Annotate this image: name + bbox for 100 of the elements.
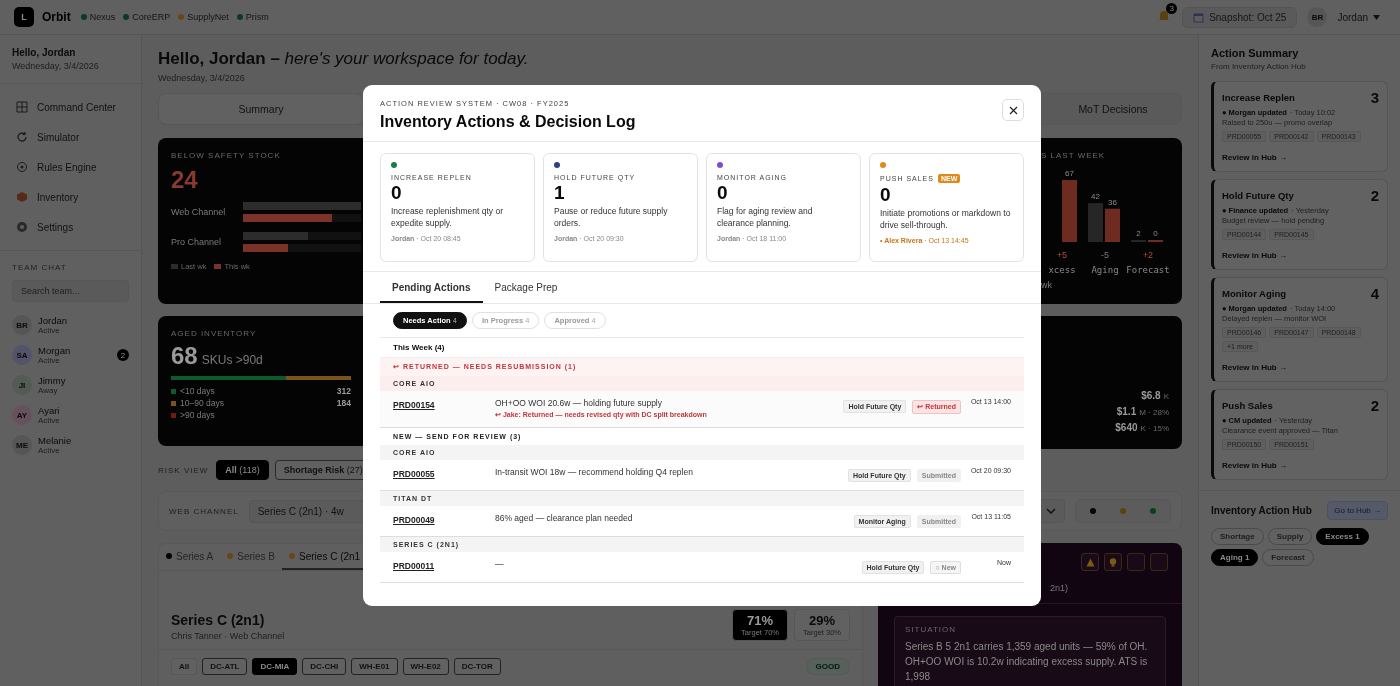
action-count: 4 [1370,285,1379,302]
filter-chip[interactable]: Aging 1 [1211,549,1259,566]
tab[interactable]: Summary [159,94,363,124]
box-icon [16,191,28,203]
greeting-date: Wednesday, 3/4/2026 [12,61,100,71]
card-title: BELOW SAFETY STOCK [171,151,281,160]
filter-chip[interactable]: Supply [1267,528,1313,545]
channel-label: Pro Channel [171,237,223,247]
notification-count: 3 [1166,3,1178,14]
nav-item[interactable]: Simulator [6,124,135,150]
card-description: Pause or reduce future supply orders. [554,206,669,230]
amount: $640 [1115,422,1138,433]
location-chip[interactable]: DC-ATL [202,658,248,675]
card-title: S LAST WEEK [1041,151,1106,160]
filter-label: WEB CHANNEL [169,506,239,516]
logo: L [14,7,34,27]
action-description: OH+OO WOI 20.6w — holding future supply [495,398,663,408]
system-name: Nexus [89,12,116,22]
feedback-button[interactable] [1081,553,1099,571]
amount-unit: K [1163,392,1169,401]
system-name: Prism [245,12,269,22]
series-tab[interactable]: Series B [220,544,283,570]
action-count: 0 [880,184,892,206]
data-label: 0 [1153,229,1158,238]
calendar-icon [1193,11,1205,23]
action-count: 0 [717,182,729,204]
section-title: Inventory Action Hub [1211,505,1312,516]
product-link[interactable]: PRD00154 [393,398,489,410]
tab[interactable]: MoT Decisions [1045,94,1181,124]
lightbulb-icon [1109,557,1117,567]
situation-label: SITUATION [905,625,958,634]
data-label: 36 [1108,197,1117,207]
axis-label: Forecast [1126,265,1169,275]
filter-chip[interactable]: Shortage [1211,528,1264,545]
card-description: Initiate promotions or markdown to drive sell-through. [880,208,1012,232]
team-member[interactable]: AY Ayari Active [12,400,129,430]
tab[interactable]: Package Prep [482,272,570,303]
team-member[interactable]: SA Morgan Active 2 [12,340,129,370]
greeting: Hello, Jordan [12,47,77,58]
amount-unit: K · 15% [1140,424,1169,433]
amount-unit: M · 28% [1139,408,1169,417]
card-description: Flag for aging review and clearance planning. [717,206,814,230]
target-icon [16,161,28,173]
tab[interactable]: Pending Actions [380,272,483,303]
nav-item[interactable]: Settings [6,214,135,240]
action-count: 0 [391,182,403,204]
product-link[interactable]: PRD00011 [393,559,489,571]
team-member[interactable]: BR Jordan Active [12,310,129,340]
avatar: JI [12,375,32,395]
location-chip[interactable]: DC-CHI [302,658,347,675]
legend-label: 10–90 days [180,398,225,408]
axis-label: xcess [1048,265,1076,275]
snapshot-button[interactable]: Snapshot: Oct 25 [1182,6,1298,28]
caret-icon [1373,14,1380,20]
product-link[interactable]: PRD00055 [393,467,489,479]
close-icon [1008,105,1018,115]
bar [1105,208,1120,242]
review-link[interactable]: Review in Hub → [1222,363,1287,372]
series-tab[interactable]: Series A [159,544,221,570]
brand-name: Orbit [42,10,71,24]
section-title: TEAM CHAT [12,263,68,272]
avatar: BR [12,315,32,335]
nav-item[interactable]: Inventory [6,184,135,210]
panel-title: Action Summary [1211,47,1300,59]
action-count: 2 [1370,397,1379,414]
data-label: 2 [1136,229,1141,238]
review-link[interactable]: Review in Hub → [1222,461,1287,470]
user-avatar: BR [1307,7,1328,27]
card-title: AGED INVENTORY [171,329,257,338]
location-chip[interactable]: WH-E01 [351,658,398,675]
team-member[interactable]: JI Jimmy Away [12,370,129,400]
filter-chip[interactable]: All (118) [216,460,269,480]
nav-item[interactable]: Command Center [6,94,135,120]
location-chip[interactable]: DC-MIA [252,658,298,675]
situation-text: Series B 5 2n1 carries 1,359 aged units — 59% of OH. OH+OO WOI is 10.2w indicating excess supply. ATS is 1,998 [905,640,1149,684]
review-link[interactable]: Review in Hub → [1222,153,1287,162]
location-chip[interactable]: All [171,658,198,675]
refresh-icon [16,131,28,143]
action-description: 86% aged — clearance plan needed [495,513,634,523]
avatar: ME [12,435,32,455]
nav-item[interactable]: Rules Engine [6,154,135,180]
team-member[interactable]: ME Melanie Active [12,430,129,460]
filter-chip[interactable]: Forecast [1262,549,1314,566]
card-title: Hold Future Qty [1222,190,1294,201]
metric-value: 71% [747,613,774,628]
action-description: — [495,559,505,569]
review-link[interactable]: Review in Hub → [1222,251,1287,260]
delta-label: -5 [1101,250,1109,260]
product-link[interactable]: PRD00049 [393,513,489,525]
filter-chip[interactable]: Excess 1 [1316,528,1369,545]
feedback-button[interactable] [1104,553,1122,571]
avatar: SA [12,345,32,365]
location-chip[interactable]: DC-TOR [453,658,501,675]
action-count: 1 [554,182,566,204]
close-button[interactable] [1002,99,1024,121]
data-label: 67 [1065,169,1074,178]
bell-icon [1157,9,1172,23]
page-heading: Hello, Jordan – here's your workspace for today. [158,49,530,69]
user-menu[interactable]: Jordan [1331,10,1386,24]
location-chip[interactable]: WH-E02 [402,658,449,675]
